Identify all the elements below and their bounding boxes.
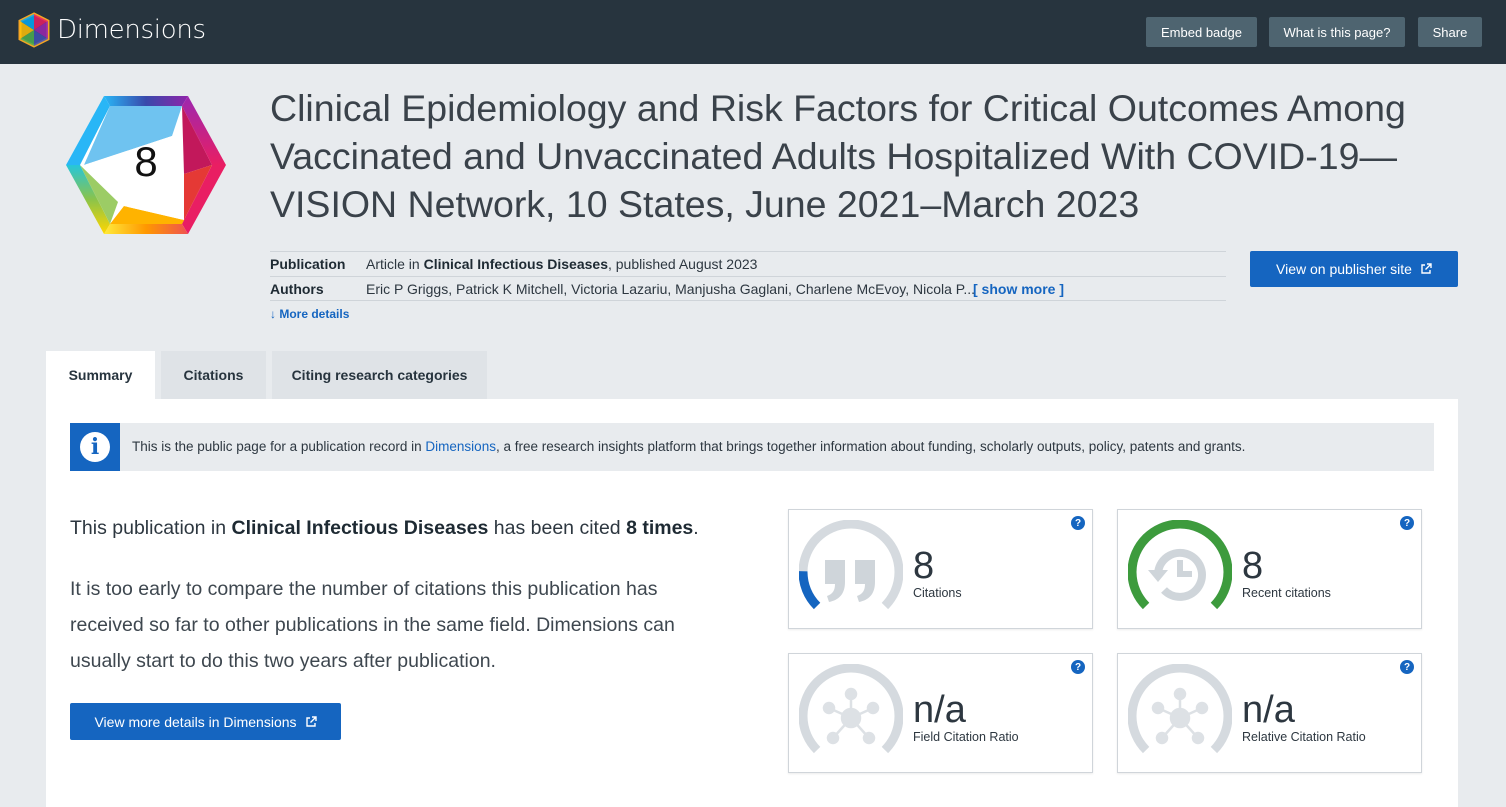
- network-icon: [822, 687, 880, 745]
- recent-citations-value: 8: [1242, 545, 1264, 587]
- help-icon[interactable]: ?: [1071, 660, 1085, 674]
- publication-prefix: Article in: [366, 256, 424, 272]
- field-citation-ratio-value: n/a: [913, 689, 966, 731]
- info-banner: i This is the public page for a publicat…: [70, 423, 1434, 471]
- cited-journal: Clinical Infectious Diseases: [231, 517, 489, 539]
- help-icon[interactable]: ?: [1400, 660, 1414, 674]
- publisher-button-label: View on publisher site: [1276, 261, 1412, 277]
- publication-label: Publication: [270, 256, 346, 272]
- app-name: Dimensions: [57, 15, 206, 45]
- dimensions-logo-icon: [18, 12, 50, 48]
- details-button-label: View more details in Dimensions: [94, 713, 297, 730]
- cited-count: 8 times: [626, 517, 694, 539]
- share-button[interactable]: Share: [1418, 17, 1482, 47]
- relative-citation-ratio-card: n/a Relative Citation Ratio ?: [1117, 653, 1422, 773]
- relative-citation-ratio-value: n/a: [1242, 689, 1295, 731]
- publication-metadata: Publication Article in Clinical Infectio…: [270, 251, 1226, 301]
- authors-row: Authors Eric P Griggs, Patrick K Mitchel…: [270, 276, 1226, 301]
- more-details-label: More details: [279, 307, 350, 321]
- citations-value: 8: [913, 545, 935, 587]
- tab-citations[interactable]: Citations: [161, 351, 266, 399]
- badge-citation-count: 8: [134, 138, 158, 185]
- cited-end: .: [693, 517, 699, 539]
- help-icon[interactable]: ?: [1400, 516, 1414, 530]
- page-title: Clinical Epidemiology and Risk Factors f…: [270, 87, 1406, 225]
- what-is-this-page-button[interactable]: What is this page?: [1269, 17, 1405, 47]
- comparison-note: It is too early to compare the number of…: [70, 578, 675, 672]
- relative-citation-ratio-label: Relative Citation Ratio: [1242, 730, 1366, 744]
- view-on-publisher-site-button[interactable]: View on publisher site: [1250, 251, 1458, 287]
- dimensions-logo[interactable]: Dimensions: [16, 12, 206, 48]
- network-icon: [1151, 687, 1209, 745]
- citations-metric-card: 8 Citations ?: [788, 509, 1093, 629]
- field-citation-ratio-card: n/a Field Citation Ratio ?: [788, 653, 1093, 773]
- citations-gauge: [799, 520, 903, 610]
- arrow-down-icon: ↓: [270, 307, 276, 321]
- tab-citing-research-categories[interactable]: Citing research categories: [272, 351, 487, 399]
- history-icon: [1148, 548, 1206, 601]
- external-link-icon: [1421, 263, 1432, 274]
- recent-citations-gauge: [1128, 520, 1232, 610]
- relative-citation-ratio-gauge: [1128, 664, 1232, 754]
- field-citation-ratio-label: Field Citation Ratio: [913, 730, 1019, 744]
- cited-prefix: This publication in: [70, 517, 232, 539]
- show-more-authors-link[interactable]: [ show more ]: [973, 281, 1064, 297]
- quote-icon: [825, 560, 875, 602]
- info-text: This is the public page for a publicatio…: [132, 439, 1245, 454]
- journal-name: Clinical Infectious Diseases: [423, 256, 608, 272]
- publication-row: Publication Article in Clinical Infectio…: [270, 251, 1226, 276]
- field-citation-ratio-gauge: [799, 664, 903, 754]
- top-navigation-bar: Dimensions Embed badge What is this page…: [0, 0, 1506, 64]
- publication-date: , published August 2023: [607, 256, 758, 272]
- external-link-icon: [305, 715, 317, 727]
- publication-value: Article in Clinical Infectious Diseases,…: [366, 256, 757, 272]
- tab-summary[interactable]: Summary: [46, 351, 155, 399]
- help-icon[interactable]: ?: [1071, 516, 1085, 530]
- recent-citations-label: Recent citations: [1242, 586, 1331, 600]
- authors-label: Authors: [270, 280, 324, 297]
- authors-list: Eric P Griggs, Patrick K Mitchell, Victo…: [366, 280, 975, 297]
- cited-middle: has been cited: [488, 517, 627, 539]
- info-icon: i: [70, 423, 120, 471]
- embed-badge-button[interactable]: Embed badge: [1146, 17, 1257, 47]
- citations-label: Citations: [913, 586, 962, 600]
- info-prefix: This is the public page for a publicatio…: [132, 439, 426, 454]
- citation-summary: This publication in Clinical Infectious …: [70, 517, 699, 540]
- more-details-link[interactable]: ↓ More details: [270, 307, 349, 321]
- dimensions-link[interactable]: Dimensions: [425, 439, 496, 454]
- recent-citations-metric-card: 8 Recent citations ?: [1117, 509, 1422, 629]
- info-suffix: , a free research insights platform that…: [495, 439, 1246, 454]
- view-more-details-button[interactable]: View more details in Dimensions: [70, 703, 341, 740]
